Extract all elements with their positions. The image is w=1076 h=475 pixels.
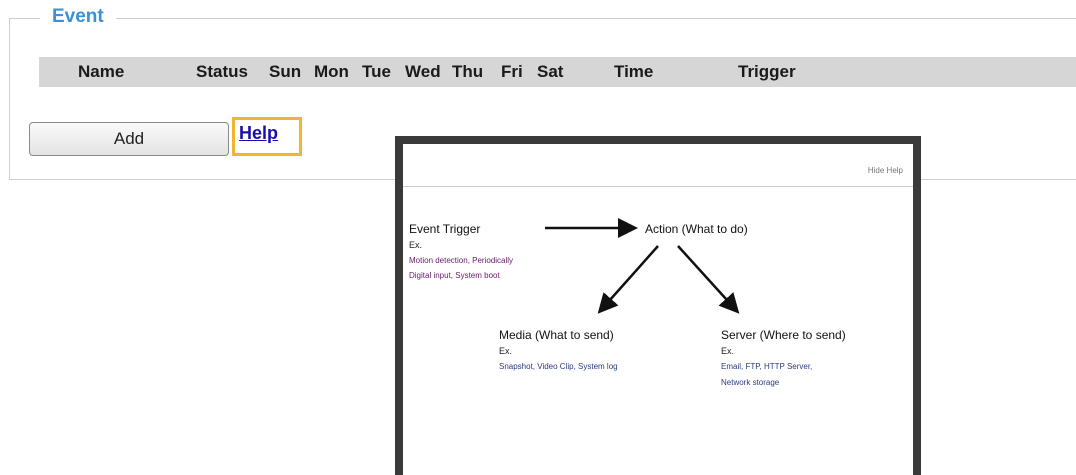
media-label: Media (What to send) <box>499 328 614 342</box>
arrow-action-to-server <box>677 245 740 314</box>
arrow-action-to-media <box>597 245 659 314</box>
media-ex-label: Ex. <box>499 346 513 356</box>
flow-arrows-diagram <box>545 218 740 314</box>
server-ex-label: Ex. <box>721 346 735 356</box>
column-time: Time <box>614 62 654 81</box>
column-trigger: Trigger <box>738 62 796 81</box>
event-table-header: Name Status Sun Mon Tue Wed Thu Fri Sat … <box>39 57 1076 87</box>
event-legend: Event <box>40 6 116 28</box>
help-popup: Hide Help Event Trigger Ex. Motion detec… <box>395 136 921 475</box>
event-trigger-label: Event Trigger <box>409 222 481 236</box>
help-highlight: Help <box>232 117 302 156</box>
add-event-button[interactable]: Add <box>29 122 229 156</box>
column-mon: Mon <box>314 62 349 81</box>
column-fri: Fri <box>501 62 523 81</box>
server-label: Server (Where to send) <box>721 328 846 342</box>
help-popup-content: Hide Help Event Trigger Ex. Motion detec… <box>403 144 913 475</box>
trigger-ex-label: Ex. <box>409 240 423 250</box>
trigger-example-2: Digital input, System boot <box>409 271 500 280</box>
trigger-example-1: Motion detection, Periodically <box>409 256 514 265</box>
help-link[interactable]: Help <box>239 123 278 144</box>
column-thu: Thu <box>452 62 484 81</box>
server-example-1: Email, FTP, HTTP Server, <box>721 362 813 371</box>
column-status: Status <box>196 62 248 81</box>
column-wed: Wed <box>405 62 441 81</box>
server-example-2: Network storage <box>721 378 780 387</box>
column-name: Name <box>78 62 125 81</box>
column-sun: Sun <box>269 62 302 81</box>
media-example-1: Snapshot, Video Clip, System log <box>499 362 618 371</box>
column-tue: Tue <box>362 62 391 81</box>
action-label: Action (What to do) <box>645 222 748 236</box>
column-sat: Sat <box>537 62 564 81</box>
